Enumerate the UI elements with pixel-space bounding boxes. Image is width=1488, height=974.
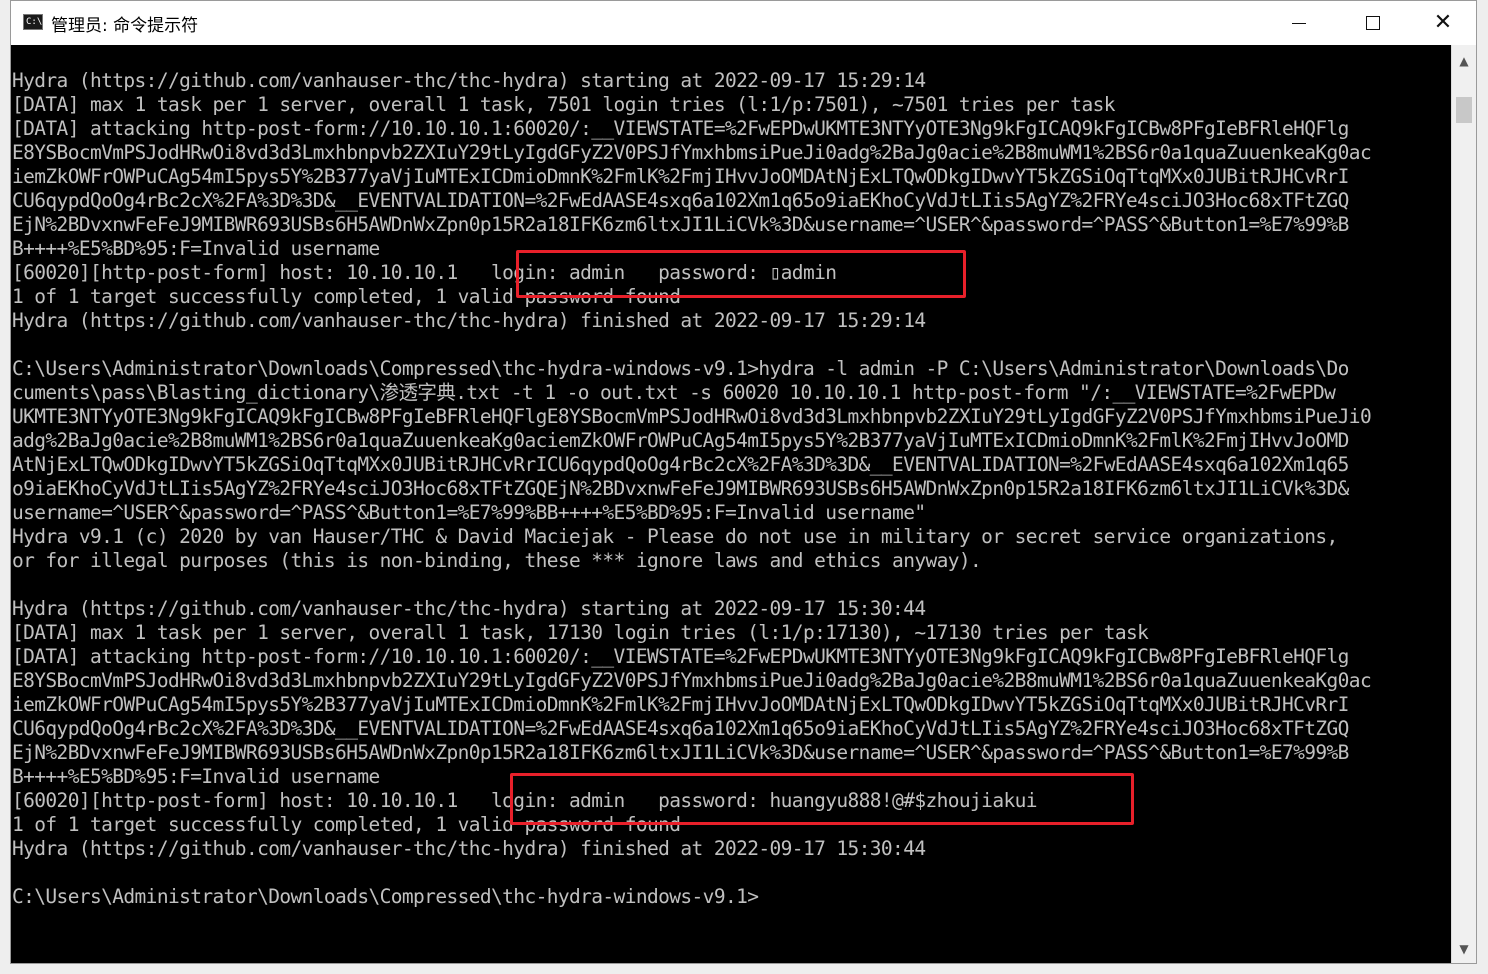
console-line: EjN%2BDvxnwFeFeJ9MIBWR693USBs6H5AWDnWxZp… bbox=[12, 213, 1349, 236]
highlight-box-second-result bbox=[510, 773, 1134, 825]
close-icon: ✕ bbox=[1433, 10, 1453, 35]
close-button[interactable]: ✕ bbox=[1408, 1, 1478, 45]
console-line: [DATA] attacking http-post-form://10.10.… bbox=[12, 117, 1349, 140]
console-line: iemZkOWFrOWPuCAg54mI5pys5Y%2B377yaVjIuMT… bbox=[12, 693, 1349, 716]
console-line: adg%2BaJg0acie%2B8muWM1%2BS6r0a1quaZuuen… bbox=[12, 429, 1349, 452]
scroll-down-arrow-icon[interactable]: ▼ bbox=[1452, 937, 1476, 961]
console-line: E8YSBocmVmPSJodHRwOi8vd3d3Lmxhbnpvb2ZXIu… bbox=[12, 141, 1372, 164]
maximize-button[interactable] bbox=[1338, 1, 1408, 45]
console-line: C:\Users\Administrator\Downloads\Compres… bbox=[12, 357, 1349, 380]
console-line: Hydra (https://github.com/vanhauser-thc/… bbox=[12, 69, 926, 92]
console-line: [DATA] max 1 task per 1 server, overall … bbox=[12, 93, 1115, 116]
console-output[interactable]: Hydra (https://github.com/vanhauser-thc/… bbox=[11, 45, 1451, 963]
console-line: UKMTE3NTYyOTE3Ng9kFgICAQ9kFgICBw8PFgIeBF… bbox=[12, 405, 1372, 428]
console-line: E8YSBocmVmPSJodHRwOi8vd3d3Lmxhbnpvb2ZXIu… bbox=[12, 669, 1372, 692]
console-line: CU6qypdQoOg4rBc2cX%2FA%3D%3D&__EVENTVALI… bbox=[12, 189, 1349, 212]
vertical-scrollbar[interactable]: ▲ ▼ bbox=[1451, 45, 1476, 963]
window-title: 管理员: 命令提示符 bbox=[51, 16, 199, 36]
console-line: [DATA] max 1 task per 1 server, overall … bbox=[12, 621, 1149, 644]
console-line: CU6qypdQoOg4rBc2cX%2FA%3D%3D&__EVENTVALI… bbox=[12, 717, 1349, 740]
console-line: iemZkOWFrOWPuCAg54mI5pys5Y%2B377yaVjIuMT… bbox=[12, 165, 1349, 188]
highlight-box-first-result bbox=[516, 250, 966, 298]
console-line: EjN%2BDvxnwFeFeJ9MIBWR693USBs6H5AWDnWxZp… bbox=[12, 741, 1349, 764]
console-line: [DATA] attacking http-post-form://10.10.… bbox=[12, 645, 1349, 668]
console-line: cuments\pass\Blasting_dictionary\渗透字典.tx… bbox=[12, 381, 1336, 404]
cmd-icon: C:\ bbox=[23, 14, 43, 30]
console-line: AtNjExLTQwODkgIDwvYT5kZGSiOqTtqMXx0JUBit… bbox=[12, 453, 1349, 476]
maximize-icon bbox=[1366, 16, 1380, 30]
scroll-up-arrow-icon[interactable]: ▲ bbox=[1452, 49, 1476, 73]
console-line: o9iaEKhoCyVdJtLIis5AgYZ%2FRYe4sciJO3Hoc6… bbox=[12, 477, 1349, 500]
console-line: or for illegal purposes (this is non-bin… bbox=[12, 549, 982, 572]
console-line: Hydra (https://github.com/vanhauser-thc/… bbox=[12, 837, 926, 860]
console-line: Hydra (https://github.com/vanhauser-thc/… bbox=[12, 597, 926, 620]
scrollbar-thumb[interactable] bbox=[1456, 97, 1472, 123]
command-prompt-window: C:\ 管理员: 命令提示符 ✕ Hydra (https://github.c… bbox=[10, 0, 1477, 964]
minimize-button[interactable] bbox=[1264, 1, 1334, 45]
console-line: C:\Users\Administrator\Downloads\Compres… bbox=[12, 885, 759, 908]
console-line: Hydra v9.1 (c) 2020 by van Hauser/THC & … bbox=[12, 525, 1338, 548]
title-bar[interactable]: C:\ 管理员: 命令提示符 ✕ bbox=[11, 1, 1476, 45]
console-line: Hydra (https://github.com/vanhauser-thc/… bbox=[12, 309, 926, 332]
console-line: username=^USER^&password=^PASS^&Button1=… bbox=[12, 501, 926, 524]
minimize-icon bbox=[1292, 22, 1306, 24]
